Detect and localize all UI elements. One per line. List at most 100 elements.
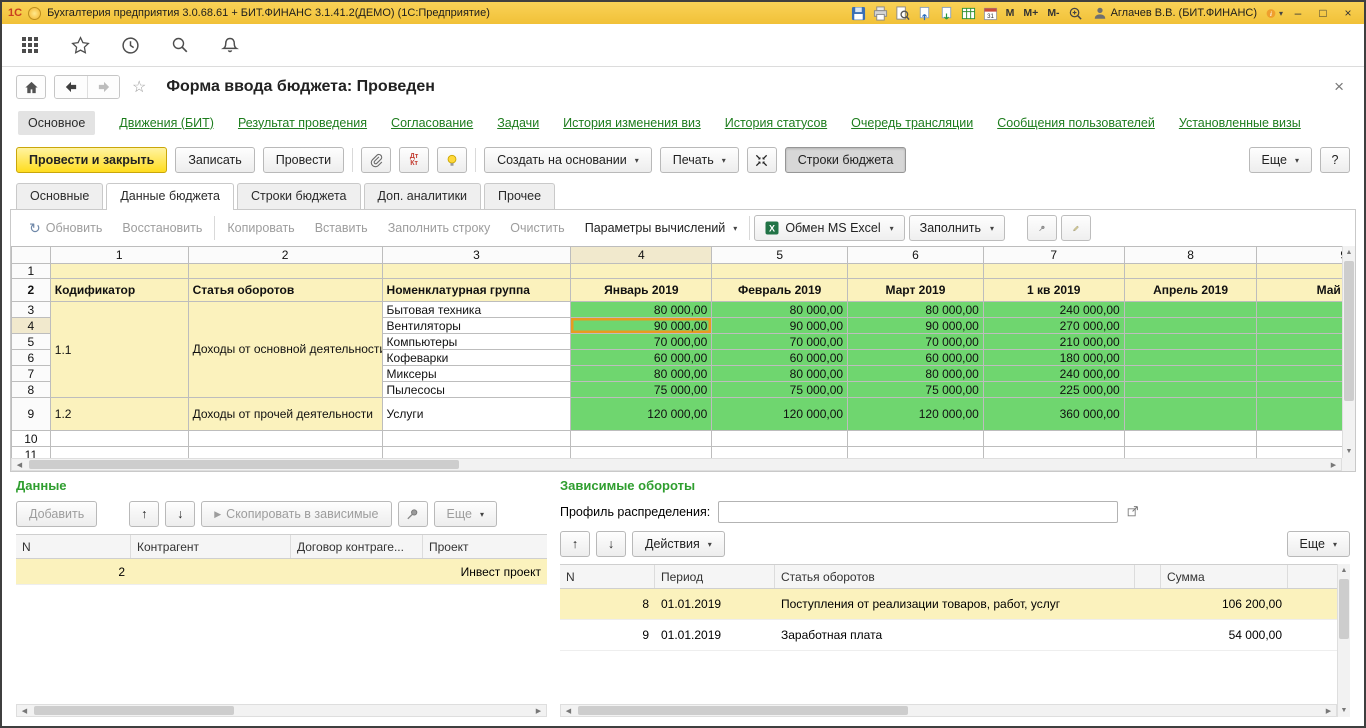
sheet-cell[interactable]: [848, 431, 984, 447]
kontragent-cell[interactable]: [131, 559, 291, 584]
copy-to-dependent-button[interactable]: ▶Скопировать в зависимые: [201, 501, 391, 527]
column-header[interactable]: N: [16, 535, 131, 558]
quarter-header-cell[interactable]: 1 кв 2019: [983, 279, 1124, 302]
sheet-cell[interactable]: [188, 264, 382, 279]
sum-cell[interactable]: 54 000,00: [1161, 620, 1288, 650]
period-cell[interactable]: 01.01.2019: [655, 620, 775, 650]
sheet-cell[interactable]: [571, 447, 712, 459]
value-cell[interactable]: 80 000,00: [712, 302, 848, 318]
value-cell[interactable]: [1257, 398, 1342, 431]
move-down-button[interactable]: ↓: [165, 501, 195, 527]
move-up-button[interactable]: ↑: [129, 501, 159, 527]
scroll-up-button[interactable]: ▲: [1338, 564, 1350, 577]
value-cell[interactable]: 80 000,00: [848, 366, 984, 382]
tab-budget-rows[interactable]: Строки бюджета: [237, 183, 361, 209]
data-h-scrollbar[interactable]: ◀ ▶: [16, 704, 547, 717]
sheet-cell[interactable]: [983, 264, 1124, 279]
row-header[interactable]: 1: [12, 264, 51, 279]
scroll-left-button[interactable]: ◀: [12, 459, 27, 470]
value-cell[interactable]: 80 000,00: [571, 302, 712, 318]
flag-cell[interactable]: [1135, 620, 1161, 650]
period-cell[interactable]: 01.01.2019: [655, 589, 775, 619]
sheet-cell[interactable]: [382, 447, 571, 459]
table-row[interactable]: 2 Инвест проект: [16, 559, 547, 585]
nomenclature-cell[interactable]: Бытовая техника: [382, 302, 571, 318]
sheet-cell[interactable]: [50, 431, 188, 447]
value-cell[interactable]: [1257, 302, 1342, 318]
import-file-icon[interactable]: [938, 5, 955, 22]
column-header[interactable]: 8: [1124, 247, 1257, 264]
value-cell[interactable]: [1257, 318, 1342, 334]
nav-link-set-visas[interactable]: Установленные визы: [1179, 116, 1301, 130]
project-cell[interactable]: Инвест проект: [423, 559, 547, 584]
actions-button[interactable]: Действия▾: [632, 531, 725, 557]
column-header[interactable]: N: [560, 565, 655, 588]
home-button[interactable]: [16, 75, 46, 99]
nomenclature-cell[interactable]: Вентиляторы: [382, 318, 571, 334]
value-cell[interactable]: [1124, 382, 1257, 398]
value-cell[interactable]: 70 000,00: [848, 334, 984, 350]
write-button[interactable]: Записать: [175, 147, 254, 173]
collapse-button[interactable]: [747, 147, 777, 173]
value-cell[interactable]: 70 000,00: [712, 334, 848, 350]
value-cell[interactable]: 75 000,00: [571, 382, 712, 398]
column-header[interactable]: Договор контраге...: [291, 535, 423, 558]
sheet-cell[interactable]: [712, 431, 848, 447]
edit-button[interactable]: [1061, 215, 1091, 241]
sheet-cell[interactable]: [983, 447, 1124, 459]
nomenclature-cell[interactable]: Пылесосы: [382, 382, 571, 398]
scroll-right-button[interactable]: ▶: [1326, 459, 1341, 470]
row-number-cell[interactable]: 9: [560, 620, 655, 650]
month-header-cell[interactable]: Январь 2019: [571, 279, 712, 302]
info-icon[interactable]: i▾: [1266, 5, 1283, 22]
column-header[interactable]: 5: [712, 247, 848, 264]
print-preview-icon[interactable]: [894, 5, 911, 22]
sheet-cell[interactable]: [983, 431, 1124, 447]
value-cell[interactable]: 90 000,00: [712, 318, 848, 334]
nav-link-user-messages[interactable]: Сообщения пользователей: [997, 116, 1155, 130]
sheet-cell[interactable]: [1257, 431, 1342, 447]
nav-link-tasks[interactable]: Задачи: [497, 116, 539, 130]
value-cell[interactable]: 120 000,00: [712, 398, 848, 431]
article-cell[interactable]: Заработная плата: [775, 620, 1135, 650]
column-header[interactable]: [1135, 565, 1161, 588]
article-cell[interactable]: Поступления от реализации товаров, работ…: [775, 589, 1135, 619]
sheet-cell[interactable]: [50, 264, 188, 279]
value-cell[interactable]: 70 000,00: [571, 334, 712, 350]
budget-rows-button[interactable]: Строки бюджета: [785, 147, 907, 173]
quarter-total-cell[interactable]: 270 000,00: [983, 318, 1124, 334]
row-header[interactable]: 3: [12, 302, 51, 318]
column-header[interactable]: 4: [571, 247, 712, 264]
column-header[interactable]: Период: [655, 565, 775, 588]
row-number-cell[interactable]: 2: [16, 559, 131, 584]
scroll-thumb[interactable]: [29, 460, 459, 469]
memory-m-minus-button[interactable]: M-: [1045, 7, 1061, 19]
column-header[interactable]: Проект: [423, 535, 547, 558]
value-cell[interactable]: [1124, 302, 1257, 318]
quarter-total-cell[interactable]: 360 000,00: [983, 398, 1124, 431]
print-button[interactable]: Печать▾: [660, 147, 739, 173]
contract-cell[interactable]: [291, 559, 423, 584]
copy-button[interactable]: Копировать: [219, 217, 302, 239]
value-cell[interactable]: 120 000,00: [848, 398, 984, 431]
codifier-cell[interactable]: 1.1: [50, 302, 188, 398]
value-cell[interactable]: [1257, 382, 1342, 398]
sheet-cell[interactable]: [848, 447, 984, 459]
dependent-v-scrollbar[interactable]: ▲ ▼: [1337, 564, 1350, 717]
scroll-thumb[interactable]: [34, 706, 234, 715]
scroll-thumb[interactable]: [1339, 579, 1349, 639]
nav-link-main[interactable]: Основное: [18, 111, 95, 135]
sheet-cell[interactable]: [712, 264, 848, 279]
value-cell[interactable]: [1257, 350, 1342, 366]
row-header[interactable]: 8: [12, 382, 51, 398]
create-on-basis-button[interactable]: Создать на основании▾: [484, 147, 652, 173]
table-row[interactable]: 9 01.01.2019 Заработная плата 54 000,00: [560, 620, 1337, 651]
sheet-cell[interactable]: [1124, 447, 1257, 459]
sheet-cell[interactable]: [1257, 264, 1342, 279]
tab-budget-data[interactable]: Данные бюджета: [106, 183, 234, 210]
minimize-button[interactable]: –: [1288, 5, 1308, 21]
row-header[interactable]: 11: [12, 447, 51, 459]
value-cell[interactable]: [1124, 350, 1257, 366]
history-clock-icon[interactable]: [120, 35, 140, 55]
dependent-h-scrollbar[interactable]: ◀ ▶: [560, 704, 1337, 717]
